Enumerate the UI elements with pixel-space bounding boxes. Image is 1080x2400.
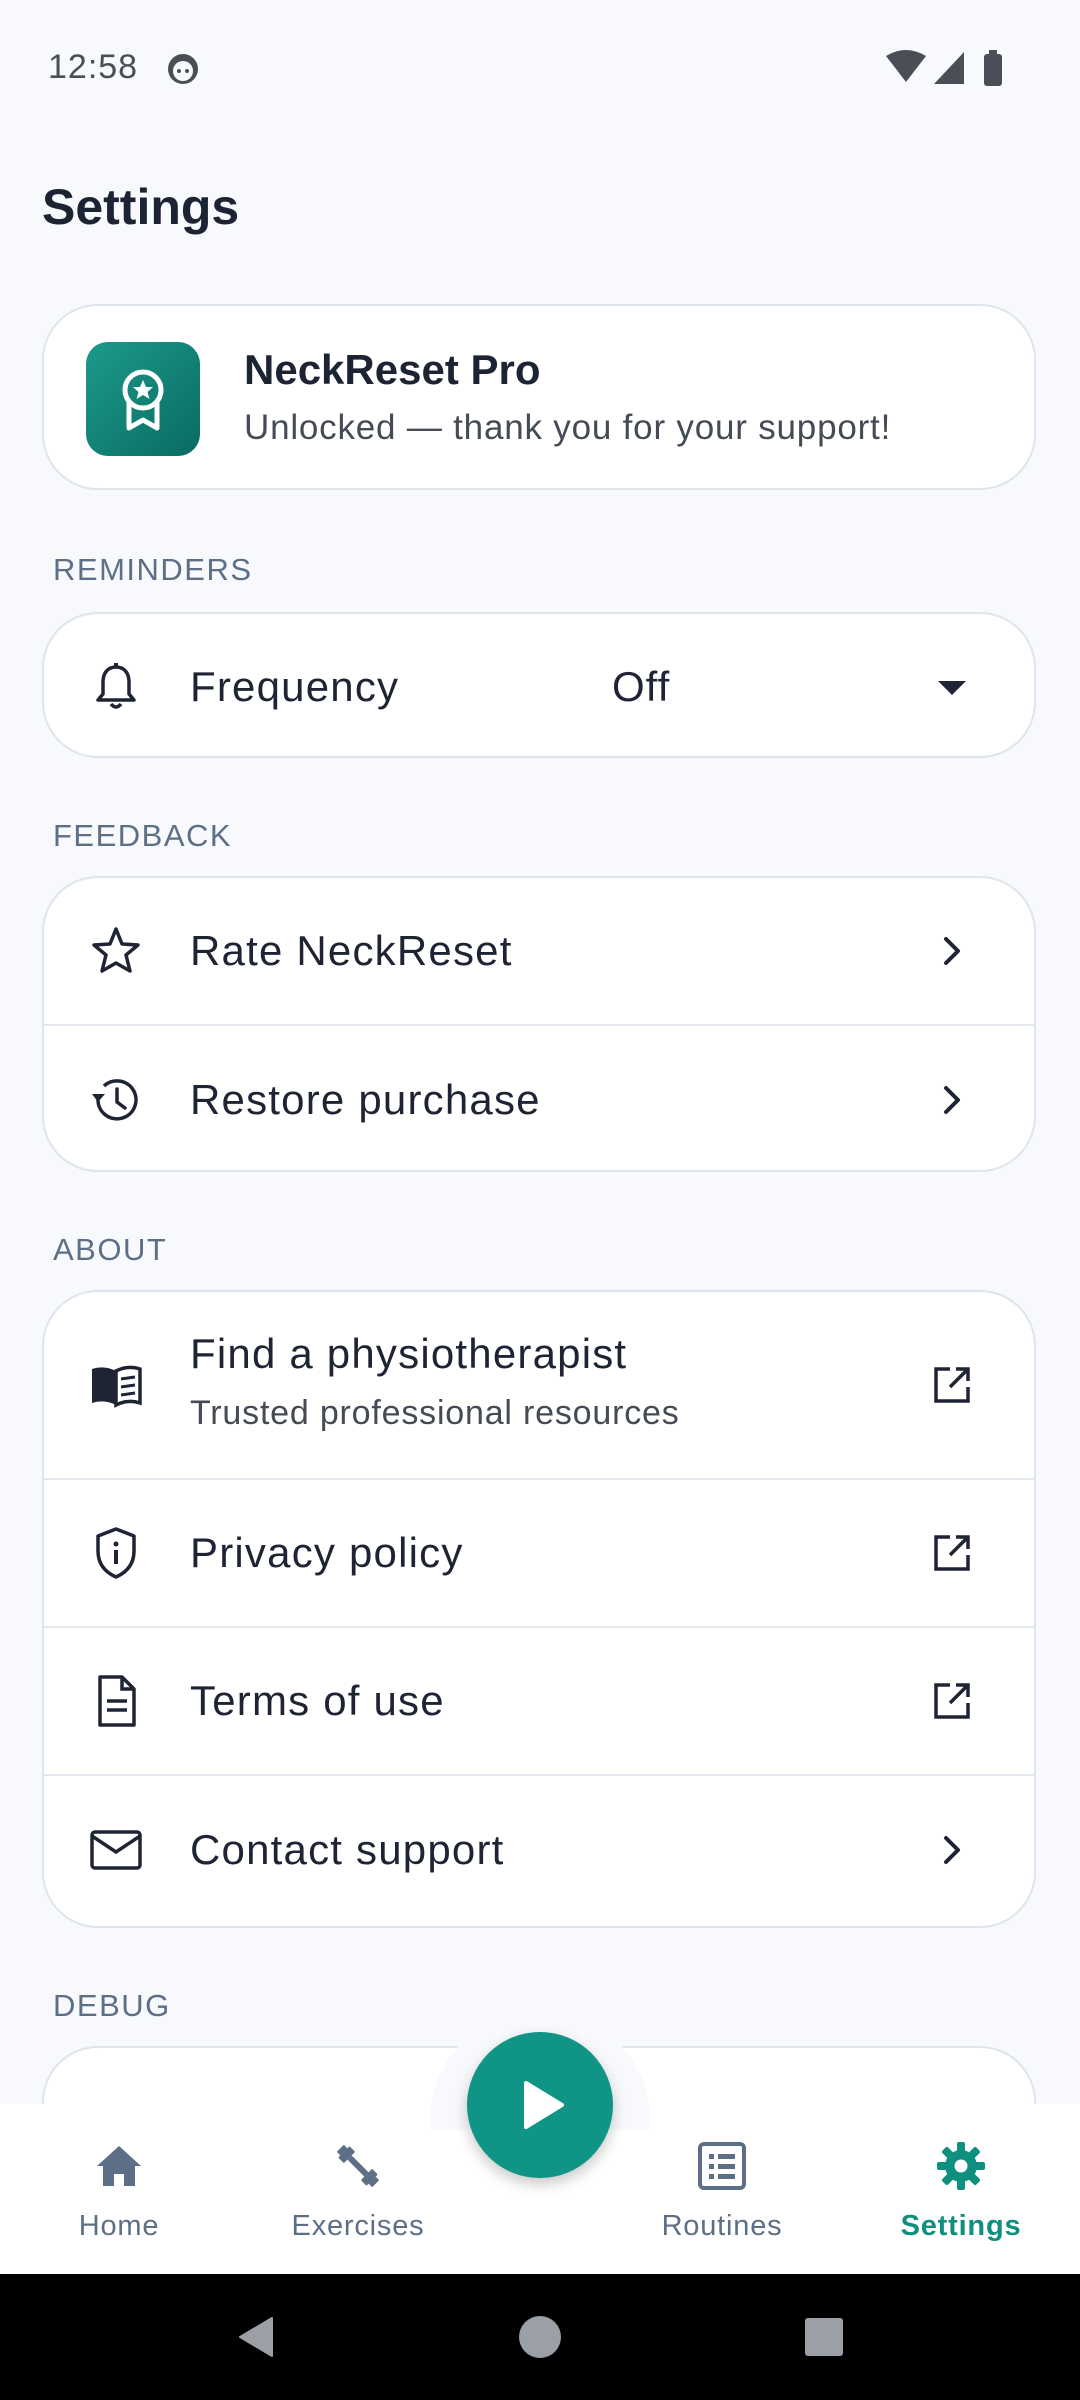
list-icon [698, 2142, 746, 2190]
rate-row[interactable]: Rate NeckReset [44, 878, 1034, 1026]
terms-row[interactable]: Terms of use [44, 1628, 1034, 1776]
pro-subtitle: Unlocked — thank you for your support! [244, 408, 892, 447]
terms-label: Terms of use [190, 1677, 445, 1724]
book-icon [92, 1365, 142, 1408]
back-icon[interactable] [234, 2314, 280, 2360]
document-icon [98, 1675, 136, 1727]
face-icon [168, 54, 198, 84]
frequency-label: Frequency [190, 663, 400, 710]
dropdown-arrow-icon[interactable] [930, 665, 974, 709]
nav-settings-label: Settings [900, 2210, 1022, 2242]
dumbbell-icon [336, 2144, 380, 2188]
external-link-icon [934, 1367, 970, 1403]
battery-icon [984, 54, 1002, 86]
pro-title: NeckReset Pro [244, 346, 541, 393]
status-icons [886, 50, 1002, 86]
chevron-right-icon [944, 1086, 960, 1114]
award-badge-icon [86, 342, 200, 456]
nav-home-label: Home [78, 2210, 160, 2242]
contact-label: Contact support [190, 1826, 505, 1873]
rate-label: Rate NeckReset [190, 927, 513, 974]
section-header-reminders: REMINDERS [53, 552, 253, 587]
page-title: Settings [42, 179, 240, 235]
about-card: Find a physiotherapist Trusted professio… [42, 1290, 1036, 1928]
physio-label: Find a physiotherapist [190, 1330, 628, 1377]
nav-routines-label: Routines [661, 2210, 783, 2242]
frequency-row[interactable]: Frequency Off [44, 614, 1034, 756]
home-icon [97, 2146, 141, 2186]
section-header-debug: DEBUG [53, 1988, 171, 2023]
play-icon [524, 2081, 564, 2129]
nav-settings[interactable]: Settings [861, 2104, 1061, 2274]
frequency-dropdown-value[interactable]: Off [612, 663, 670, 711]
gear-icon [937, 2142, 985, 2190]
restore-row[interactable]: Restore purchase [44, 1026, 1034, 1170]
nav-exercises-label: Exercises [291, 2210, 425, 2242]
nav-exercises[interactable]: Exercises [258, 2104, 458, 2274]
chevron-right-icon [944, 1836, 960, 1864]
recents-icon[interactable] [801, 2314, 847, 2360]
nav-home[interactable]: Home [19, 2104, 219, 2274]
start-session-fab[interactable] [467, 2032, 613, 2178]
system-navigation-bar [0, 2274, 1080, 2400]
restore-label: Restore purchase [190, 1076, 541, 1123]
star-icon [92, 927, 140, 973]
external-link-icon [934, 1535, 970, 1571]
nav-routines[interactable]: Routines [622, 2104, 822, 2274]
signal-icon [934, 52, 964, 84]
privacy-row[interactable]: Privacy policy [44, 1480, 1034, 1628]
external-link-icon [934, 1683, 970, 1719]
status-bar: 12:58 [0, 0, 1080, 140]
physio-subtitle: Trusted professional resources [190, 1394, 680, 1432]
mail-icon [90, 1830, 142, 1870]
physio-row[interactable]: Find a physiotherapist Trusted professio… [44, 1292, 1034, 1480]
pro-status-card: NeckReset Pro Unlocked — thank you for y… [42, 304, 1036, 490]
status-time: 12:58 [48, 48, 139, 86]
history-icon [92, 1079, 138, 1121]
contact-row[interactable]: Contact support [44, 1776, 1034, 1924]
wifi-icon [886, 50, 926, 82]
section-header-about: ABOUT [53, 1232, 168, 1267]
home-circle-icon[interactable] [517, 2314, 563, 2360]
bell-icon [96, 663, 136, 709]
chevron-right-icon [944, 937, 960, 965]
reminders-card: Frequency Off [42, 612, 1036, 758]
feedback-card: Rate NeckReset Restore purchase [42, 876, 1036, 1172]
section-header-feedback: FEEDBACK [53, 818, 233, 853]
privacy-label: Privacy policy [190, 1529, 464, 1576]
shield-info-icon [96, 1527, 136, 1579]
